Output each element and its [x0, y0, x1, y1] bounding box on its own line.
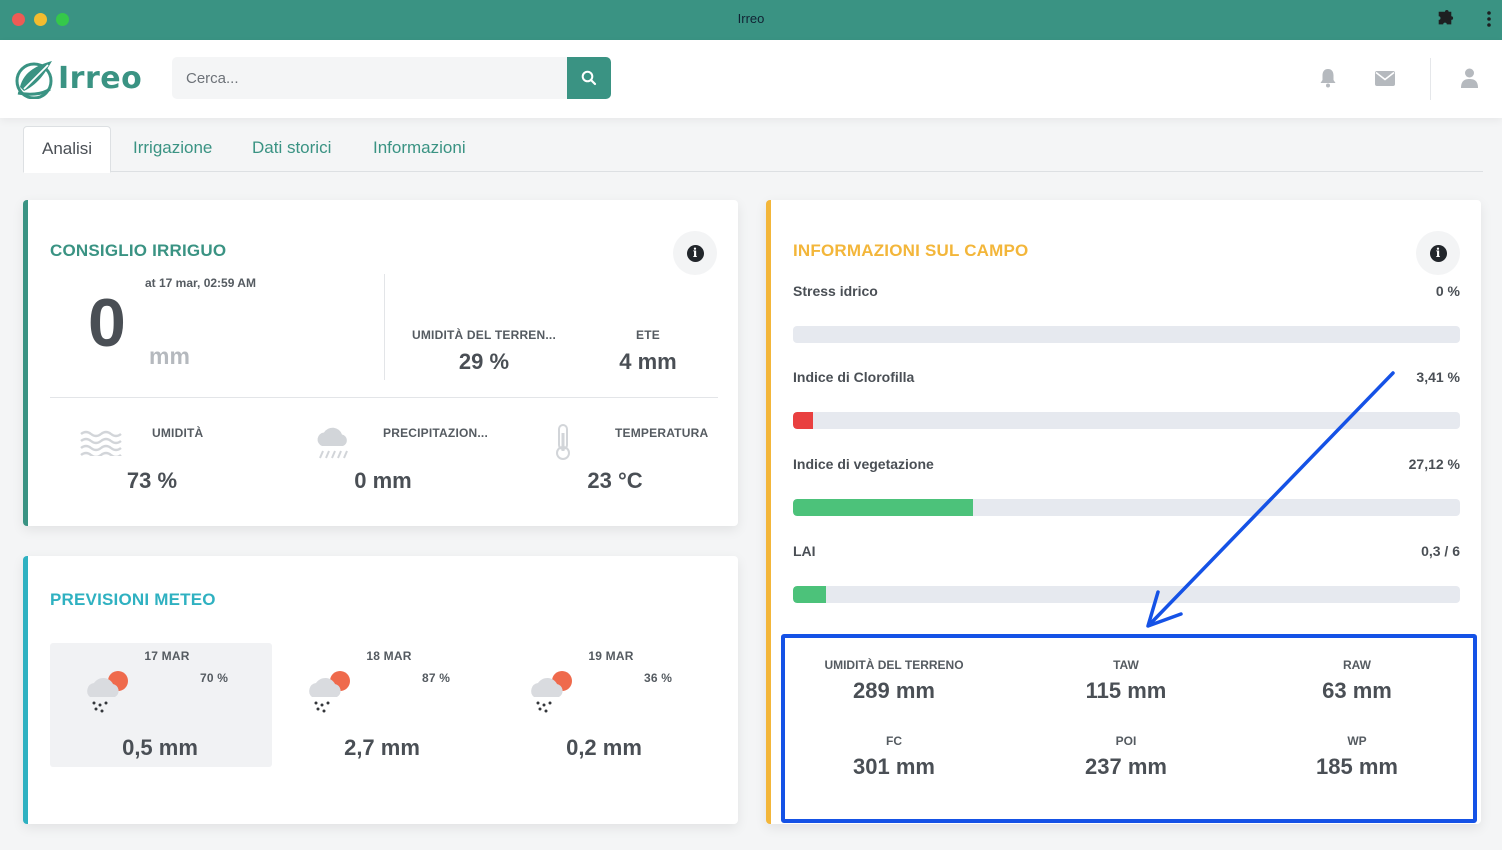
annotation-arrow-icon — [1146, 371, 1395, 628]
